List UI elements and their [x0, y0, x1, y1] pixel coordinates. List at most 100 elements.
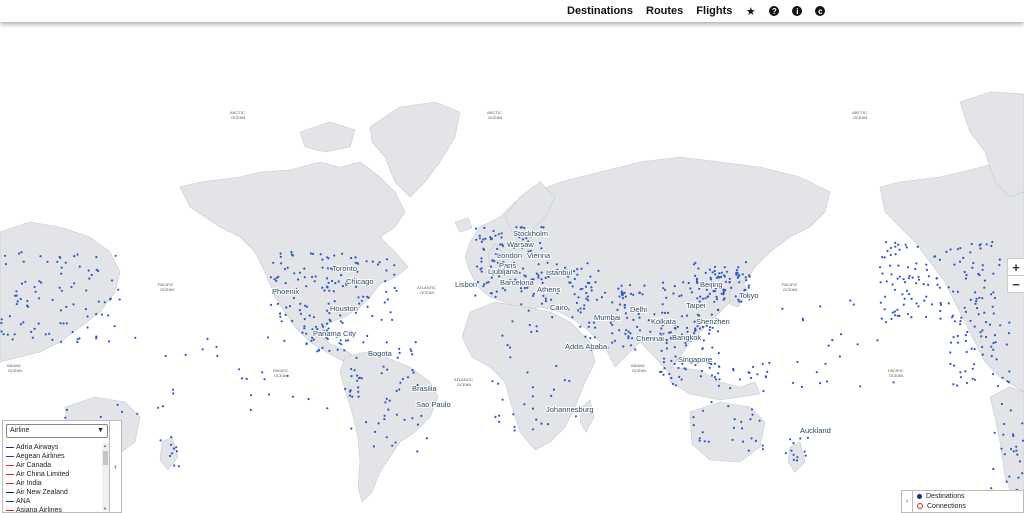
- destination-dot[interactable]: [340, 274, 343, 277]
- destination-dot[interactable]: [949, 248, 952, 251]
- destination-dot[interactable]: [670, 376, 673, 380]
- destination-dot[interactable]: [283, 268, 287, 271]
- destination-dot[interactable]: [792, 458, 796, 461]
- destination-dot[interactable]: [387, 408, 390, 411]
- destination-dot[interactable]: [736, 276, 740, 279]
- copyright-icon[interactable]: c: [815, 6, 826, 16]
- destination-dot[interactable]: [576, 268, 579, 271]
- destination-dot[interactable]: [1000, 402, 1004, 406]
- destination-dot[interactable]: [761, 362, 764, 365]
- destination-dot[interactable]: [906, 266, 910, 269]
- destination-dot[interactable]: [741, 440, 745, 443]
- destination-dot[interactable]: [792, 442, 795, 445]
- destination-dot[interactable]: [573, 293, 576, 296]
- destination-dot[interactable]: [22, 260, 25, 263]
- destination-dot[interactable]: [959, 371, 962, 374]
- destination-dot[interactable]: [48, 332, 51, 335]
- destination-dot[interactable]: [705, 288, 709, 291]
- destination-dot[interactable]: [879, 281, 882, 284]
- destination-dot[interactable]: [930, 303, 934, 306]
- destination-dot[interactable]: [748, 275, 751, 278]
- destination-dot[interactable]: [677, 366, 680, 370]
- destination-dot[interactable]: [173, 464, 176, 467]
- destination-dot[interactable]: [894, 253, 897, 256]
- destination-dot[interactable]: [267, 393, 271, 396]
- destination-dot[interactable]: [344, 387, 347, 391]
- destination-dot[interactable]: [676, 325, 679, 328]
- destination-dot[interactable]: [4, 263, 7, 266]
- destination-dot[interactable]: [337, 280, 340, 283]
- destination-dot[interactable]: [526, 286, 529, 289]
- destination-dot[interactable]: [927, 283, 930, 286]
- destination-dot[interactable]: [110, 279, 114, 282]
- destination-dot[interactable]: [356, 379, 359, 382]
- destination-dot[interactable]: [883, 256, 886, 259]
- destination-dot[interactable]: [360, 299, 363, 302]
- destination-dot[interactable]: [914, 267, 917, 271]
- destination-dot[interactable]: [616, 308, 619, 311]
- destination-dot[interactable]: [727, 405, 730, 408]
- destination-dot[interactable]: [995, 358, 998, 361]
- destination-dot[interactable]: [620, 290, 623, 293]
- destination-dot[interactable]: [328, 349, 331, 352]
- destination-dot[interactable]: [95, 268, 98, 271]
- destination-dot[interactable]: [891, 283, 894, 286]
- destination-dot[interactable]: [702, 339, 705, 342]
- destination-dot[interactable]: [587, 325, 590, 328]
- destination-dot[interactable]: [350, 427, 353, 430]
- destination-dot[interactable]: [393, 264, 396, 267]
- destination-dot[interactable]: [713, 300, 716, 303]
- destination-dot[interactable]: [693, 329, 697, 332]
- destination-dot[interactable]: [15, 290, 18, 293]
- destination-dot[interactable]: [674, 355, 677, 358]
- destination-dot[interactable]: [724, 280, 728, 283]
- destination-dot[interactable]: [350, 375, 353, 378]
- destination-dot[interactable]: [321, 323, 324, 326]
- destination-dot[interactable]: [856, 343, 859, 346]
- destination-dot[interactable]: [377, 422, 380, 425]
- destination-dot[interactable]: [991, 305, 994, 308]
- destination-dot[interactable]: [886, 249, 889, 253]
- destination-dot[interactable]: [483, 283, 486, 286]
- destination-dot[interactable]: [952, 364, 956, 367]
- destination-dot[interactable]: [385, 290, 388, 293]
- destination-dot[interactable]: [806, 436, 810, 439]
- destination-dot[interactable]: [76, 253, 79, 256]
- destination-dot[interactable]: [751, 413, 754, 416]
- destination-dot[interactable]: [993, 296, 997, 300]
- destination-dot[interactable]: [325, 309, 329, 312]
- destination-dot[interactable]: [159, 439, 162, 442]
- destination-dot[interactable]: [750, 437, 753, 440]
- destination-dot[interactable]: [627, 335, 630, 338]
- destination-dot[interactable]: [305, 285, 308, 288]
- destination-dot[interactable]: [394, 441, 397, 444]
- destination-dot[interactable]: [540, 422, 543, 425]
- destination-dot[interactable]: [310, 339, 313, 342]
- destination-dot[interactable]: [880, 317, 883, 320]
- destination-dot[interactable]: [327, 281, 330, 284]
- destination-dot[interactable]: [586, 262, 589, 265]
- destination-dot[interactable]: [527, 309, 530, 312]
- destination-dot[interactable]: [18, 252, 21, 255]
- destination-dot[interactable]: [768, 361, 771, 364]
- destination-dot[interactable]: [902, 303, 905, 306]
- destination-dot[interactable]: [970, 347, 973, 350]
- destination-dot[interactable]: [480, 240, 483, 243]
- destination-dot[interactable]: [365, 421, 368, 424]
- destination-dot[interactable]: [311, 252, 315, 255]
- destination-dot[interactable]: [333, 254, 336, 257]
- destination-dot[interactable]: [572, 270, 576, 273]
- destination-dot[interactable]: [619, 303, 622, 306]
- destination-dot[interactable]: [974, 302, 977, 305]
- destination-dot[interactable]: [636, 325, 639, 328]
- destination-dot[interactable]: [713, 265, 717, 268]
- destination-dot[interactable]: [303, 325, 306, 328]
- destination-dot[interactable]: [245, 377, 248, 380]
- destination-dot[interactable]: [355, 356, 358, 359]
- destination-dot[interactable]: [391, 318, 394, 321]
- destination-dot[interactable]: [731, 438, 734, 441]
- destination-dot[interactable]: [801, 317, 804, 320]
- destination-dot[interactable]: [1017, 476, 1020, 479]
- destination-dot[interactable]: [631, 337, 634, 340]
- nav-routes[interactable]: Routes: [646, 5, 683, 17]
